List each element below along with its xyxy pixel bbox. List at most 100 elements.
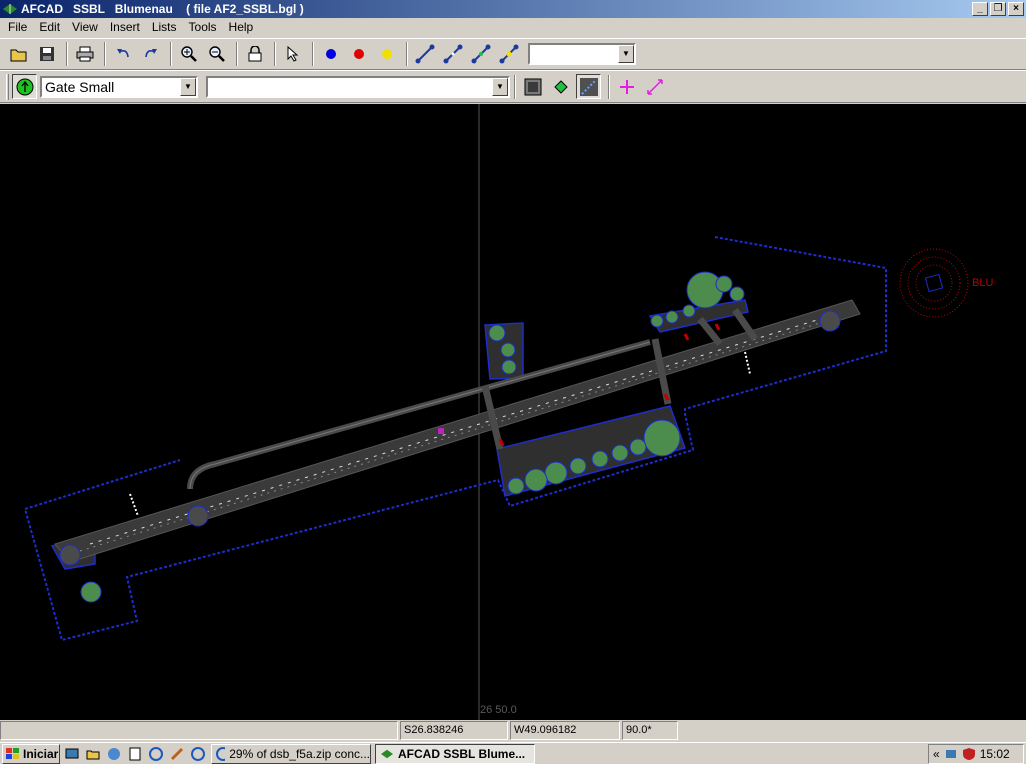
draw-taxiway-button[interactable] xyxy=(440,42,465,67)
chevron-down-icon[interactable]: ▼ xyxy=(492,77,508,96)
select-tool-button[interactable] xyxy=(280,42,305,67)
redo-button[interactable] xyxy=(138,42,163,67)
internet-explorer-icon xyxy=(149,746,163,761)
airport-map-canvas[interactable]: 26 50.0 BLU xyxy=(0,104,1026,720)
ndb-symbol xyxy=(924,273,944,293)
quicklaunch-network[interactable] xyxy=(105,745,123,763)
draw-path-button[interactable] xyxy=(412,42,437,67)
start-label: Iniciar xyxy=(23,746,59,761)
minimize-button[interactable]: _ xyxy=(972,2,988,16)
quicklaunch-ie[interactable] xyxy=(147,745,165,763)
menu-view[interactable]: View xyxy=(66,18,104,37)
shield-icon[interactable] xyxy=(962,747,976,761)
menu-tools[interactable]: Tools xyxy=(183,18,223,37)
windsock-marker xyxy=(438,428,444,434)
lock-icon xyxy=(248,46,261,62)
blue-node-icon xyxy=(325,49,336,59)
parking-type-select[interactable]: Gate Small ▼ xyxy=(40,75,198,98)
toolbar-separator xyxy=(170,42,172,66)
parking-name-select[interactable]: ▼ xyxy=(206,75,510,98)
status-bar: S26.838246 W49.096182 90.0* xyxy=(0,721,1026,741)
toolbar-separator xyxy=(312,42,314,66)
window-title: AFCAD SSBL Blumenau ( file AF2_SSBL.bgl … xyxy=(21,2,304,16)
open-button[interactable] xyxy=(6,42,31,67)
zoom-in-button[interactable] xyxy=(176,42,201,67)
link-button[interactable] xyxy=(642,74,667,99)
runway-turnaround-mid xyxy=(187,505,209,527)
menu-lists[interactable]: Lists xyxy=(146,18,183,37)
menu-help[interactable]: Help xyxy=(223,18,260,37)
add-yellow-node-button[interactable] xyxy=(374,42,399,67)
restore-button[interactable]: ❐ xyxy=(990,2,1006,16)
quicklaunch-app[interactable] xyxy=(168,745,186,763)
node-button[interactable] xyxy=(548,74,573,99)
toolbar-grip[interactable] xyxy=(6,73,9,100)
parking-toolbar: Gate Small ▼ ▼ xyxy=(0,70,1026,103)
lock-button[interactable] xyxy=(242,42,267,67)
close-button[interactable]: × xyxy=(1008,2,1024,16)
network-icon xyxy=(108,747,120,760)
status-latitude: S26.838246 xyxy=(400,721,508,740)
path-yellow-icon xyxy=(499,44,518,64)
print-button[interactable] xyxy=(72,42,97,67)
notepad-icon xyxy=(129,747,141,760)
airport-layout-drawing[interactable] xyxy=(0,104,1026,720)
menu-bar: File Edit View Insert Lists Tools Help xyxy=(0,18,1026,37)
yellow-node-icon xyxy=(381,49,392,59)
main-toolbar: ▼ xyxy=(0,38,1026,70)
toolbar-separator xyxy=(406,42,408,66)
menu-edit[interactable]: Edit xyxy=(33,18,66,37)
parking-type-value: Gate Small xyxy=(45,78,115,95)
menu-file[interactable]: File xyxy=(2,18,33,37)
undo-button[interactable] xyxy=(110,42,135,67)
crosshair-button[interactable] xyxy=(614,74,639,99)
chevron-down-icon[interactable]: ▼ xyxy=(618,45,634,63)
toolbar-combo[interactable]: ▼ xyxy=(528,43,636,65)
add-red-node-button[interactable] xyxy=(346,42,371,67)
ndb-ident-label: BLU xyxy=(972,277,994,289)
menu-insert[interactable]: Insert xyxy=(104,18,146,37)
crosshair-icon xyxy=(619,79,634,94)
node-icon xyxy=(553,79,568,94)
afcad-app-icon xyxy=(381,749,393,758)
boundary-icon xyxy=(524,78,541,95)
afcad-app-icon xyxy=(3,4,17,14)
draw-runway-button[interactable] xyxy=(468,42,493,67)
add-parking-button[interactable] xyxy=(12,74,37,99)
runway-turnaround-west xyxy=(59,544,81,566)
ndb-navaid xyxy=(899,248,969,318)
print-icon xyxy=(76,46,93,62)
open-icon xyxy=(10,49,26,62)
quicklaunch-notepad[interactable] xyxy=(126,745,144,763)
zoom-out-button[interactable] xyxy=(204,42,229,67)
add-parking-icon xyxy=(16,78,33,95)
boundary-button[interactable] xyxy=(520,74,545,99)
toolbar-separator xyxy=(514,74,516,99)
approach-marker-east xyxy=(744,351,751,375)
network-tray-icon[interactable] xyxy=(944,747,958,761)
undo-icon xyxy=(116,49,129,58)
start-button[interactable]: Iniciar xyxy=(2,743,60,764)
browser-icon xyxy=(191,746,205,761)
edge-icon xyxy=(579,77,598,96)
runway-turnaround-east xyxy=(819,310,841,332)
toolbar-separator xyxy=(274,42,276,66)
add-blue-node-button[interactable] xyxy=(318,42,343,67)
chevron-down-icon[interactable]: ▼ xyxy=(180,77,196,96)
draw-parking-path-button[interactable] xyxy=(496,42,521,67)
quicklaunch-ie2[interactable] xyxy=(189,745,207,763)
tray-expand-button[interactable]: « xyxy=(933,747,940,761)
browser-icon xyxy=(216,746,226,761)
task-afcad[interactable]: AFCAD SSBL Blume... xyxy=(375,743,535,764)
path-blue2-icon xyxy=(443,44,462,64)
quicklaunch-folder[interactable] xyxy=(84,745,102,763)
clock: 15:02 xyxy=(979,747,1010,761)
link-icon xyxy=(646,78,663,95)
task-download[interactable]: 29% of dsb_f5a.zip conc... xyxy=(211,743,371,764)
toolbar-separator xyxy=(66,42,68,66)
toolbar-separator xyxy=(104,42,106,66)
save-button[interactable] xyxy=(34,42,59,67)
status-heading: 90.0* xyxy=(622,721,678,740)
quicklaunch-desktop[interactable] xyxy=(63,745,81,763)
edge-button[interactable] xyxy=(576,74,601,99)
